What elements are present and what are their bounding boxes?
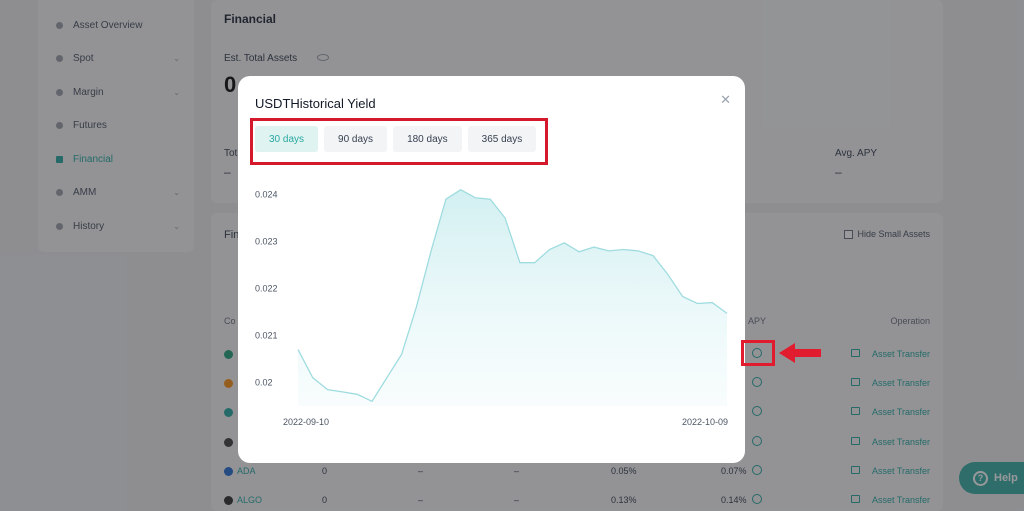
y-tick-label: 0.023 bbox=[255, 237, 278, 247]
highlight-box bbox=[741, 340, 775, 366]
highlight-box bbox=[250, 118, 548, 165]
y-tick-label: 0.021 bbox=[255, 331, 278, 341]
x-end-label: 2022-10-09 bbox=[682, 417, 728, 427]
yield-area bbox=[298, 189, 727, 406]
y-tick-label: 0.02 bbox=[255, 378, 273, 388]
x-start-label: 2022-09-10 bbox=[283, 417, 329, 427]
y-tick-label: 0.022 bbox=[255, 284, 278, 294]
arrow-left-icon bbox=[779, 343, 821, 363]
y-tick-label: 0.024 bbox=[255, 190, 278, 200]
